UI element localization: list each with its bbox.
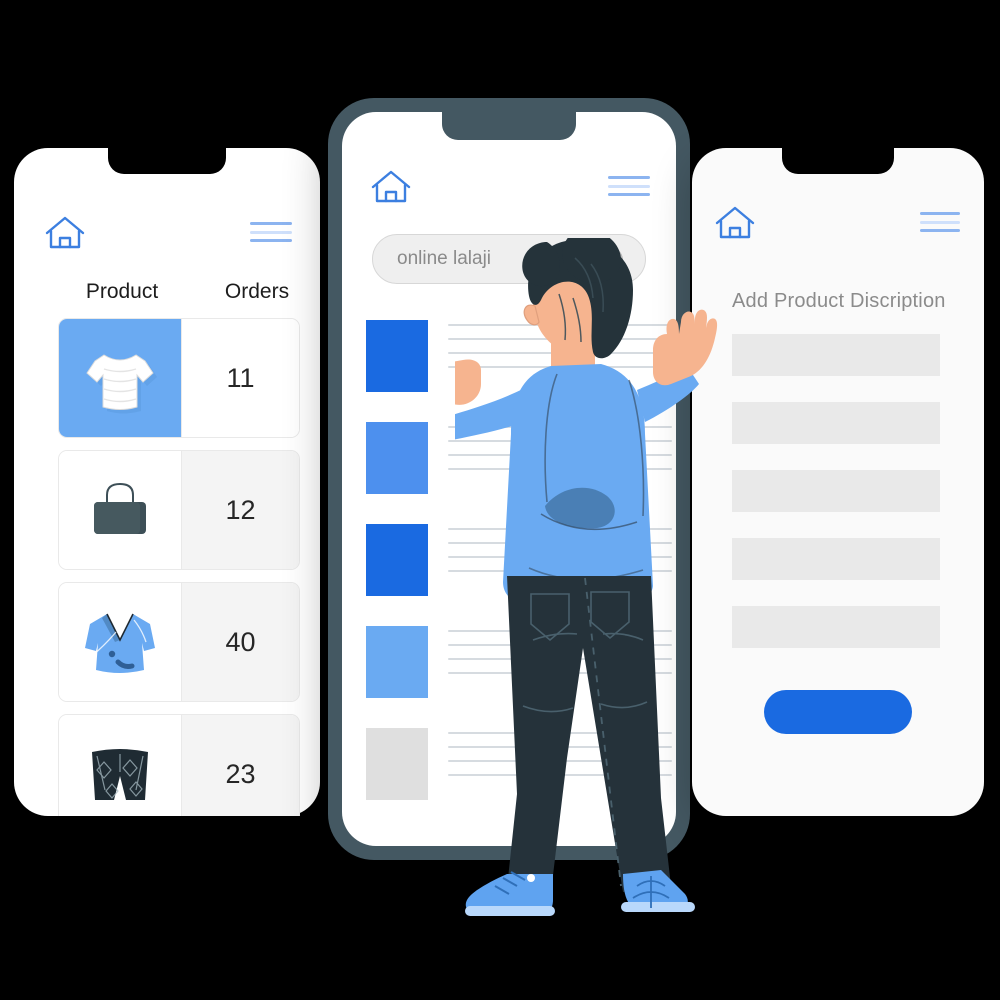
column-header-orders: Orders (224, 280, 290, 303)
center-phone-screen: online lalaji (342, 112, 676, 846)
left-phone-screen: Product Orders 11 12 40 23 (14, 148, 320, 816)
hamburger-menu-icon[interactable] (250, 222, 292, 242)
blue-shirt-icon (85, 613, 155, 673)
table-row[interactable]: 11 (58, 318, 300, 438)
result-thumbnail[interactable] (366, 422, 428, 494)
left-phone-header (14, 210, 320, 256)
result-text-lines (448, 626, 672, 686)
home-icon[interactable] (370, 168, 412, 211)
result-thumbnail[interactable] (366, 320, 428, 392)
list-item[interactable] (366, 728, 672, 800)
result-thumbnail[interactable] (366, 626, 428, 698)
result-text-lines (448, 524, 672, 584)
search-input[interactable]: online lalaji (372, 234, 646, 284)
result-text-lines (448, 728, 672, 788)
illustration-canvas: Product Orders 11 12 40 23 online lalaji… (0, 0, 1000, 1000)
home-icon[interactable] (44, 214, 86, 257)
orders-value: 12 (181, 451, 299, 569)
description-field-1[interactable] (732, 334, 940, 376)
shorts-icon (92, 749, 148, 800)
column-header-product: Product (85, 280, 159, 303)
search-input-value: online lalaji (397, 248, 492, 269)
description-field-2[interactable] (732, 402, 940, 444)
description-field-3[interactable] (732, 470, 940, 512)
magnifier-icon[interactable] (597, 247, 623, 273)
list-item[interactable] (366, 422, 672, 494)
product-table-header: Product Orders (14, 280, 320, 304)
tshirt-white-icon (86, 354, 157, 414)
product-thumbnail-cell[interactable] (59, 715, 181, 816)
table-row[interactable]: 40 (58, 582, 300, 702)
orders-value: 40 (181, 583, 299, 701)
orders-value: 23 (181, 715, 299, 816)
handbag-icon (94, 482, 146, 534)
table-row[interactable]: 23 (58, 714, 300, 816)
right-phone-screen: Add Product Discription (692, 148, 984, 816)
center-phone-header (342, 168, 676, 214)
submit-button[interactable] (764, 690, 912, 734)
product-thumbnail-cell[interactable] (59, 319, 181, 437)
product-thumbnail-cell[interactable] (59, 451, 181, 569)
description-field-4[interactable] (732, 538, 940, 580)
table-row[interactable]: 12 (58, 450, 300, 570)
list-item[interactable] (366, 626, 672, 698)
page-title: Add Product Discription (732, 290, 946, 312)
list-item[interactable] (366, 524, 672, 596)
result-text-lines (448, 320, 672, 380)
orders-value: 11 (181, 319, 299, 437)
center-phone-notch (442, 112, 576, 140)
result-text-lines (448, 422, 672, 482)
person-shoes (465, 870, 695, 916)
result-thumbnail[interactable] (366, 524, 428, 596)
right-phone-header (692, 204, 984, 250)
description-field-5[interactable] (732, 606, 940, 648)
list-item[interactable] (366, 320, 672, 392)
product-thumbnail-cell[interactable] (59, 583, 181, 701)
right-phone-mockup: Add Product Discription (692, 148, 984, 816)
home-icon[interactable] (714, 204, 756, 247)
center-phone-mockup: online lalaji (328, 98, 690, 860)
hamburger-menu-icon[interactable] (920, 212, 960, 232)
left-phone-mockup: Product Orders 11 12 40 23 (14, 148, 320, 816)
result-thumbnail[interactable] (366, 728, 428, 800)
hamburger-menu-icon[interactable] (608, 176, 650, 196)
